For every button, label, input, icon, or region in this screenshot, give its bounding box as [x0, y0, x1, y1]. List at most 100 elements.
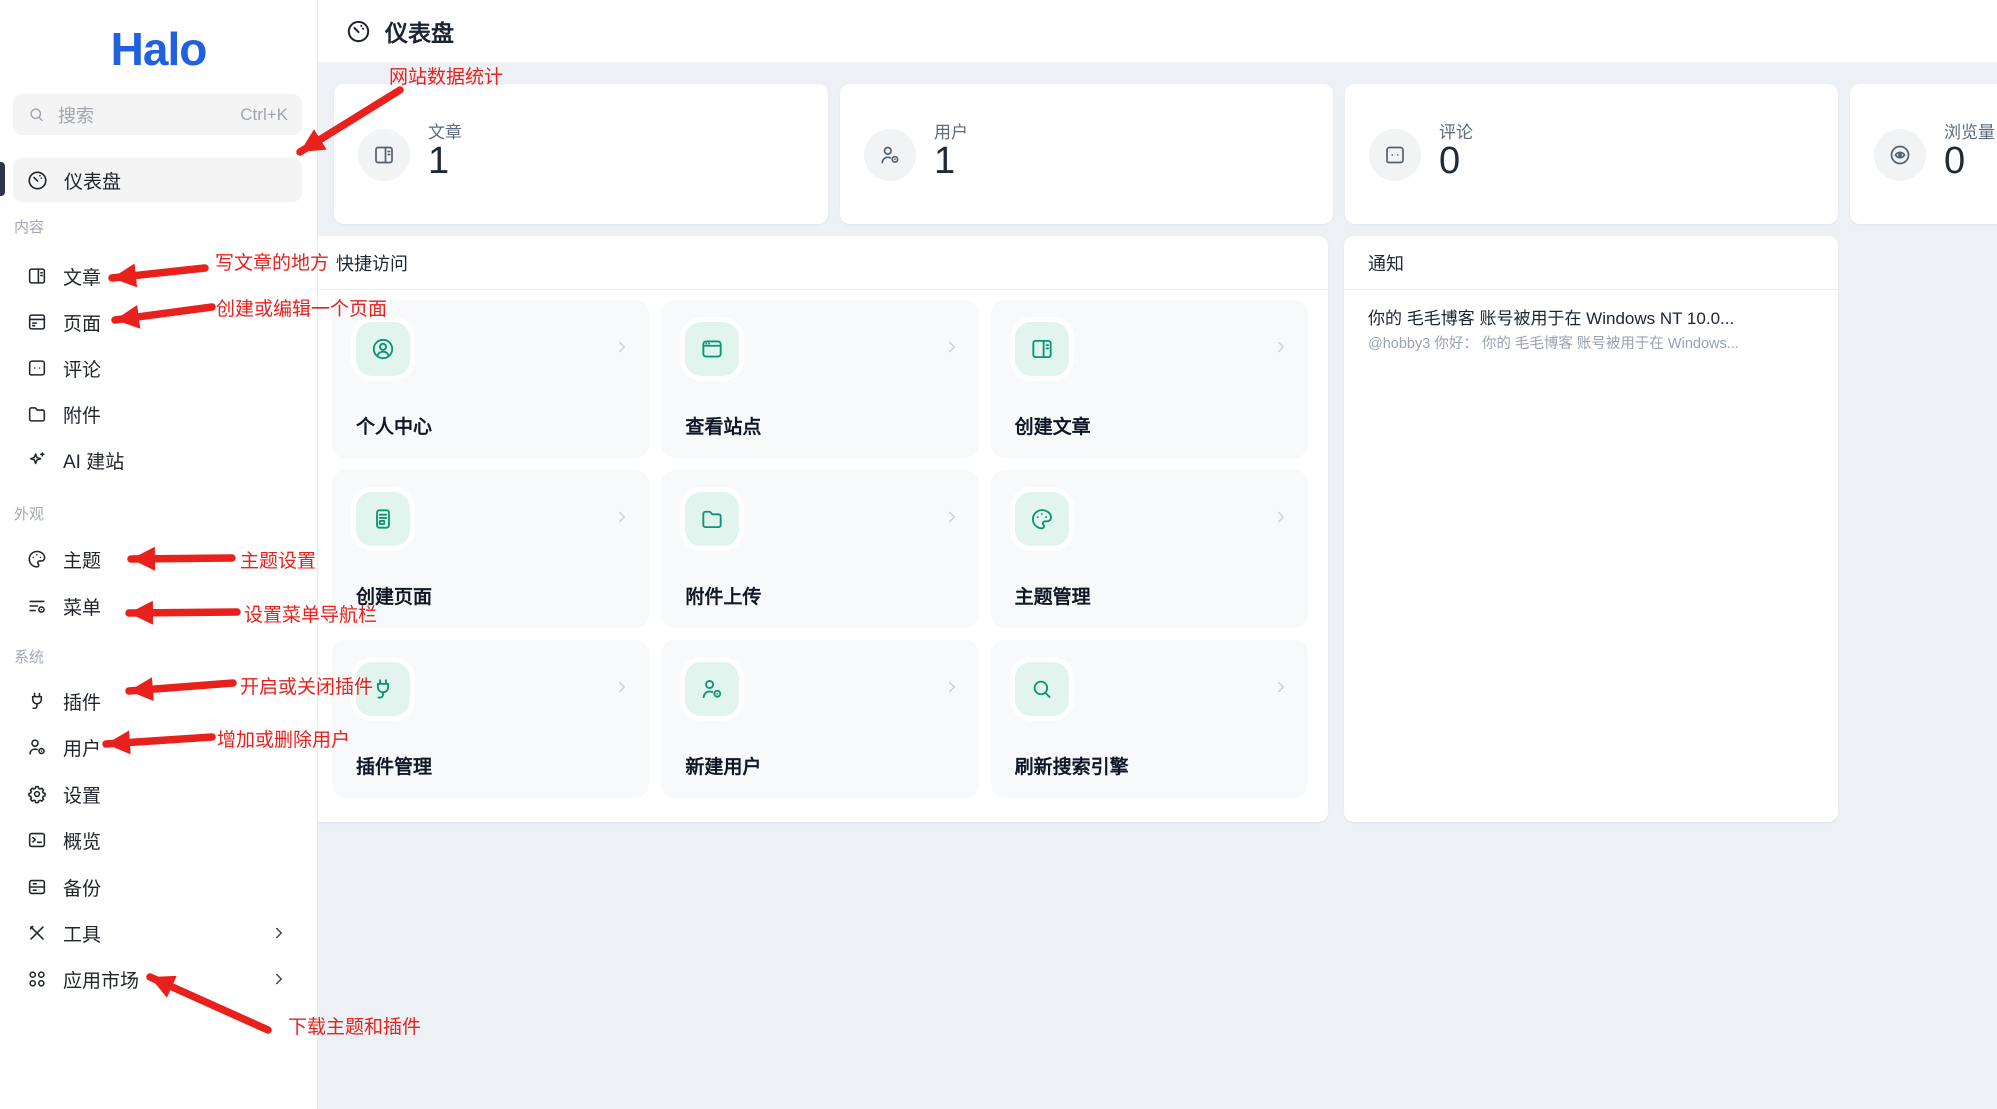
- upload-attachment-icon: [685, 492, 739, 546]
- comments-icon: [26, 357, 48, 379]
- stat-card-views: 浏览量 0: [1850, 84, 1997, 224]
- chevron-right-icon: [613, 338, 631, 356]
- sidebar-item-label: 评论: [63, 355, 101, 382]
- theme-management-icon: [1015, 492, 1069, 546]
- search-icon: [27, 105, 47, 125]
- notification-item-subtitle: @hobby3 你好： 你的 毛毛博客 账号被用于在 Windows...: [1368, 332, 1818, 353]
- sidebar-item-pages[interactable]: 页面: [13, 300, 302, 344]
- sidebar-item-label: 文章: [63, 263, 101, 290]
- quick-tile-label: 查看站点: [685, 412, 761, 439]
- quick-tile-new-user[interactable]: 新建用户: [661, 640, 978, 798]
- quick-tile-create-page[interactable]: 创建页面: [332, 470, 649, 628]
- sidebar-item-label: 用户: [63, 734, 101, 761]
- quick-access-grid: 个人中心 查看站点 创建文章 创建页面 附件上传: [332, 300, 1308, 798]
- chevron-right-icon: [613, 508, 631, 526]
- sidebar-item-label: 附件: [63, 401, 101, 428]
- quick-tile-plugin-management[interactable]: 插件管理: [332, 640, 649, 798]
- stat-value: 1: [934, 140, 955, 183]
- chevron-right-icon: [1272, 508, 1290, 526]
- halo-admin-page: Halo 搜索 Ctrl+K 仪表盘 内容 文章 页面 评论 附件: [0, 0, 1997, 1109]
- search-placeholder: 搜索: [58, 102, 229, 128]
- search-input[interactable]: 搜索 Ctrl+K: [13, 94, 302, 135]
- sidebar-section-content: 内容: [14, 216, 44, 237]
- sidebar-item-label: 工具: [63, 920, 101, 947]
- quick-tile-label: 刷新搜索引擎: [1015, 752, 1129, 779]
- quick-tile-label: 主题管理: [1015, 582, 1091, 609]
- quick-tile-create-post[interactable]: 创建文章: [991, 300, 1308, 458]
- palette-icon: [26, 548, 48, 570]
- page-header: 仪表盘: [317, 0, 1997, 62]
- chevron-right-icon: [943, 338, 961, 356]
- sidebar-item-app-market[interactable]: 应用市场: [13, 957, 302, 1001]
- sidebar-item-attachments[interactable]: 附件: [13, 392, 302, 436]
- create-post-icon: [1015, 322, 1069, 376]
- sidebar: Halo 搜索 Ctrl+K 仪表盘 内容 文章 页面 评论 附件: [0, 0, 318, 1109]
- halo-logo: Halo: [0, 22, 317, 76]
- sidebar-item-plugins[interactable]: 插件: [13, 679, 302, 723]
- quick-access-panel: 快捷访问 个人中心 查看站点 创建文章 创建页面: [312, 236, 1328, 822]
- folder-icon: [26, 403, 48, 425]
- sidebar-item-themes[interactable]: 主题: [13, 537, 302, 581]
- sidebar-item-label: 设置: [63, 781, 101, 808]
- sidebar-item-label: AI 建站: [63, 447, 124, 474]
- sidebar-item-dashboard[interactable]: 仪表盘: [13, 158, 302, 202]
- create-page-icon: [356, 492, 410, 546]
- tools-icon: [26, 922, 48, 944]
- quick-tile-view-site[interactable]: 查看站点: [661, 300, 978, 458]
- views-icon: [1874, 129, 1926, 181]
- plug-icon: [26, 690, 48, 712]
- new-user-icon: [685, 662, 739, 716]
- sidebar-item-posts[interactable]: 文章: [13, 254, 302, 298]
- gear-icon: [26, 783, 48, 805]
- profile-icon: [356, 322, 410, 376]
- sidebar-item-menus[interactable]: 菜单: [13, 584, 302, 628]
- plugin-management-icon: [356, 662, 410, 716]
- notifications-title: 通知: [1344, 236, 1838, 290]
- quick-tile-label: 个人中心: [356, 412, 432, 439]
- users-icon: [864, 129, 916, 181]
- quick-tile-label: 附件上传: [685, 582, 761, 609]
- gauge-icon: [26, 169, 49, 192]
- chevron-right-icon: [943, 508, 961, 526]
- sidebar-item-label: 概览: [63, 827, 101, 854]
- chevron-right-icon: [270, 970, 288, 988]
- stat-card-posts: 文章 1: [334, 84, 828, 224]
- sidebar-section-system: 系统: [14, 646, 44, 667]
- sidebar-item-ai-builder[interactable]: AI 建站: [13, 438, 302, 482]
- sidebar-item-label: 仪表盘: [64, 167, 121, 194]
- notifications-panel: 通知 你的 毛毛博客 账号被用于在 Windows NT 10.0... @ho…: [1344, 236, 1838, 822]
- menu-settings-icon: [26, 595, 48, 617]
- quick-tile-label: 新建用户: [685, 752, 761, 779]
- refresh-search-engine-icon: [1015, 662, 1069, 716]
- quick-tile-theme-management[interactable]: 主题管理: [991, 470, 1308, 628]
- active-indicator: [0, 162, 5, 196]
- stat-value: 0: [1439, 140, 1460, 183]
- comments-icon: [1369, 129, 1421, 181]
- quick-tile-upload-attachment[interactable]: 附件上传: [661, 470, 978, 628]
- sidebar-item-label: 备份: [63, 874, 101, 901]
- chevron-right-icon: [270, 924, 288, 942]
- sidebar-item-comments[interactable]: 评论: [13, 346, 302, 390]
- notification-item-title: 你的 毛毛博客 账号被用于在 Windows NT 10.0...: [1368, 304, 1818, 329]
- sidebar-item-backup[interactable]: 备份: [13, 865, 302, 909]
- archive-icon: [26, 876, 48, 898]
- sidebar-item-label: 菜单: [63, 593, 101, 620]
- quick-tile-profile[interactable]: 个人中心: [332, 300, 649, 458]
- sidebar-item-settings[interactable]: 设置: [13, 772, 302, 816]
- sidebar-item-label: 应用市场: [63, 966, 139, 993]
- sidebar-item-users[interactable]: 用户: [13, 725, 302, 769]
- console-icon: [26, 829, 48, 851]
- posts-icon: [26, 265, 48, 287]
- sidebar-section-appearance: 外观: [14, 503, 44, 524]
- quick-access-title: 快捷访问: [312, 236, 1328, 290]
- sidebar-item-label: 页面: [63, 309, 101, 336]
- sidebar-item-overview[interactable]: 概览: [13, 818, 302, 862]
- quick-tile-refresh-search-engine[interactable]: 刷新搜索引擎: [991, 640, 1308, 798]
- pages-icon: [26, 311, 48, 333]
- quick-tile-label: 插件管理: [356, 752, 432, 779]
- stat-card-comments: 评论 0: [1345, 84, 1838, 224]
- page-title: 仪表盘: [385, 14, 454, 48]
- sidebar-item-tools[interactable]: 工具: [13, 911, 302, 955]
- sidebar-item-label: 插件: [63, 688, 101, 715]
- stat-card-users: 用户 1: [840, 84, 1333, 224]
